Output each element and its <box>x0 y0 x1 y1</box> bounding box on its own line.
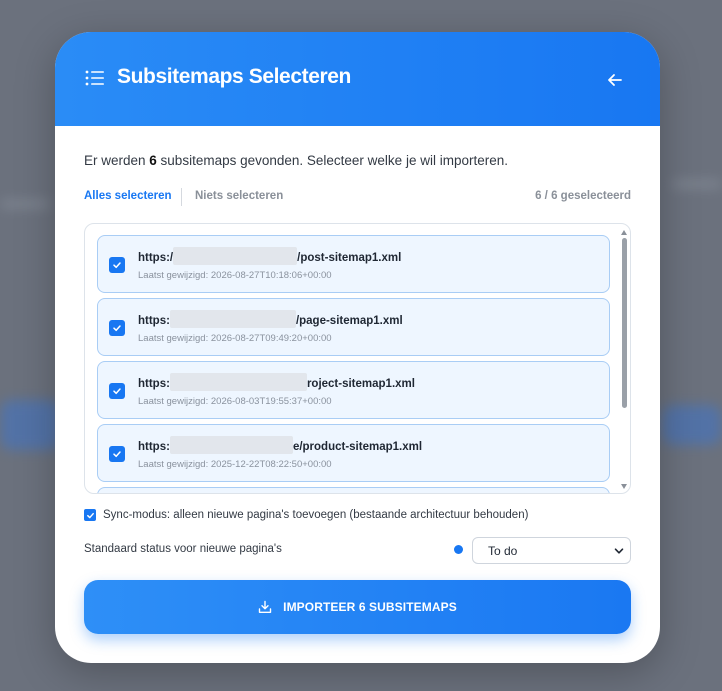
selected-count: 6 / 6 geselecteerd <box>535 190 631 202</box>
sitemap-item-partial[interactable] <box>97 487 610 493</box>
background-blur <box>672 180 722 188</box>
redacted-domain <box>169 310 296 328</box>
sitemap-url: https:/page-sitemap1.xml <box>138 310 403 328</box>
check-icon <box>113 325 121 332</box>
check-icon <box>113 451 121 458</box>
sync-mode-checkbox[interactable] <box>84 509 96 521</box>
import-button-label: IMPORTEER 6 SUBSITEMAPS <box>283 600 457 614</box>
sitemap-item[interactable]: https: roject-sitemap1.xml Laatst gewijzi… <box>97 361 610 419</box>
scroll-down-arrow-icon[interactable] <box>621 484 627 489</box>
sitemap-checkbox[interactable] <box>109 383 125 399</box>
import-sitemaps-button[interactable]: IMPORTEER 6 SUBSITEMAPS <box>84 580 631 634</box>
scroll-thumb[interactable] <box>622 238 627 408</box>
list-icon <box>85 70 104 86</box>
check-icon <box>86 512 94 518</box>
redacted-domain <box>173 247 298 265</box>
sitemap-modified: Laatst gewijzigd: 2025-12-22T08:22:50+00… <box>138 459 332 470</box>
sitemap-modified: Laatst gewijzigd: 2026-08-03T19:55:37+00… <box>138 396 332 407</box>
sitemap-checkbox[interactable] <box>109 446 125 462</box>
subsitemaps-modal: Subsitemaps Selecteren Er werden 6 subsi… <box>55 32 660 663</box>
sitemap-item[interactable]: https:/page-sitemap1.xml Laatst gewijzig… <box>97 298 610 356</box>
redacted-domain <box>169 436 293 454</box>
background-blur <box>0 400 60 450</box>
sitemap-modified: Laatst gewijzigd: 2026-08-27T09:49:20+00… <box>138 333 332 344</box>
sitemap-checkbox[interactable] <box>109 257 125 273</box>
sitemap-url: https://post-sitemap1.xml <box>138 247 401 265</box>
sitemap-list: https://post-sitemap1.xml Laatst gewijzi… <box>84 223 631 494</box>
status-selected-value: To do <box>488 544 518 558</box>
sync-mode-label: Sync-modus: alleen nieuwe pagina's toevo… <box>103 509 529 521</box>
scroll-up-arrow-icon[interactable] <box>621 230 627 235</box>
default-status-select[interactable]: To do <box>472 537 631 564</box>
modal-header: Subsitemaps Selecteren <box>55 32 660 126</box>
sitemap-item[interactable]: https: e/product-sitemap1.xml Laatst gewi… <box>97 424 610 482</box>
modal-title: Subsitemaps Selecteren <box>117 65 351 88</box>
sync-mode-row: Sync-modus: alleen nieuwe pagina's toevo… <box>84 507 528 523</box>
chevron-down-icon <box>614 548 624 554</box>
sitemap-url: https: e/product-sitemap1.xml <box>138 436 422 454</box>
list-scrollbar[interactable] <box>621 230 628 489</box>
status-color-dot <box>454 545 463 554</box>
background-blur <box>0 200 50 208</box>
check-icon <box>113 262 121 269</box>
sitemap-modified: Laatst gewijzigd: 2026-08-27T10:18:06+00… <box>138 270 332 281</box>
select-none-link[interactable]: Niets selecteren <box>195 190 283 202</box>
redacted-domain <box>169 373 307 391</box>
download-icon <box>258 600 272 613</box>
check-icon <box>113 388 121 395</box>
arrow-left-icon[interactable] <box>603 68 627 92</box>
select-all-link[interactable]: Alles selecteren <box>84 190 172 202</box>
sitemap-checkbox[interactable] <box>109 320 125 336</box>
sitemap-url: https: roject-sitemap1.xml <box>138 373 415 391</box>
intro-text: Er werden 6 subsitemaps gevonden. Select… <box>84 153 508 168</box>
background-blur <box>662 405 722 445</box>
selection-divider <box>181 188 182 206</box>
default-status-label: Standaard status voor nieuwe pagina's <box>84 543 282 555</box>
sitemap-item[interactable]: https://post-sitemap1.xml Laatst gewijzi… <box>97 235 610 293</box>
